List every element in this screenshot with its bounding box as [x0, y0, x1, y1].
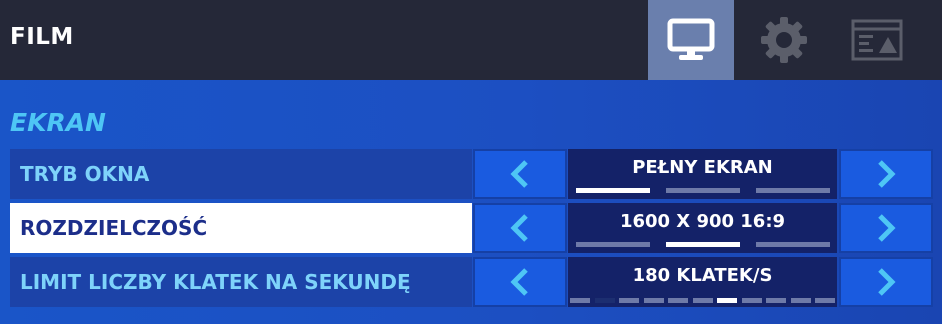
- previous-option-button[interactable]: [473, 203, 567, 253]
- next-option-button[interactable]: [839, 149, 933, 199]
- gear-icon: [761, 17, 807, 63]
- option-segment: [576, 188, 650, 193]
- chevron-left-icon: [510, 160, 528, 188]
- option-segment: [668, 298, 688, 303]
- setting-label: ROZDZIELCZOŚĆ: [10, 203, 472, 253]
- setting-row-resolution[interactable]: ROZDZIELCZOŚĆ 1600 X 900 16:9: [10, 203, 936, 253]
- chevron-left-icon: [510, 214, 528, 242]
- option-segment: [643, 298, 664, 303]
- setting-label: LIMIT LICZBY KLATEK NA SEKUNDĘ: [10, 257, 472, 307]
- option-segment: [576, 242, 650, 247]
- option-segment: [815, 298, 835, 303]
- chevron-right-icon: [878, 214, 896, 242]
- option-segment: [666, 188, 740, 193]
- chevron-left-icon: [510, 268, 528, 296]
- setting-value: 1600 X 900 16:9: [619, 211, 786, 232]
- option-segment: [594, 298, 615, 303]
- option-segment: [790, 298, 811, 303]
- option-segment: [570, 298, 590, 303]
- previous-option-button[interactable]: [473, 149, 567, 199]
- monitor-icon: [667, 18, 715, 60]
- tab-ui[interactable]: [834, 0, 920, 80]
- setting-value-box: 180 KLATEK/S: [568, 257, 837, 307]
- option-segment: [756, 242, 830, 247]
- option-segment: [619, 298, 639, 303]
- chevron-right-icon: [878, 268, 896, 296]
- next-option-button[interactable]: [839, 257, 933, 307]
- setting-value: 180 KLATEK/S: [632, 265, 773, 286]
- setting-row-frame-rate-limit[interactable]: LIMIT LICZBY KLATEK NA SEKUNDĘ 180 KLATE…: [10, 257, 936, 307]
- tab-display[interactable]: [648, 0, 734, 80]
- page-title: FILM: [10, 24, 74, 50]
- section-title: EKRAN: [10, 108, 106, 137]
- setting-value: PEŁNY EKRAN: [632, 157, 773, 178]
- option-segment: [756, 188, 830, 193]
- option-segment: [666, 242, 740, 247]
- top-bar: FILM: [0, 0, 942, 80]
- setting-row-window-mode[interactable]: TRYB OKNA PEŁNY EKRAN: [10, 149, 936, 199]
- option-indicator: [576, 188, 846, 193]
- option-segment: [766, 298, 786, 303]
- option-segment: [717, 298, 737, 303]
- option-indicator: [570, 298, 840, 303]
- option-segment: [741, 298, 762, 303]
- setting-value-box: PEŁNY EKRAN: [568, 149, 837, 199]
- previous-option-button[interactable]: [473, 257, 567, 307]
- setting-label: TRYB OKNA: [10, 149, 472, 199]
- tab-settings[interactable]: [741, 0, 827, 80]
- ui-layout-icon: [851, 19, 903, 61]
- option-segment: [692, 298, 713, 303]
- next-option-button[interactable]: [839, 203, 933, 253]
- chevron-right-icon: [878, 160, 896, 188]
- setting-value-box: 1600 X 900 16:9: [568, 203, 837, 253]
- option-indicator: [576, 242, 846, 247]
